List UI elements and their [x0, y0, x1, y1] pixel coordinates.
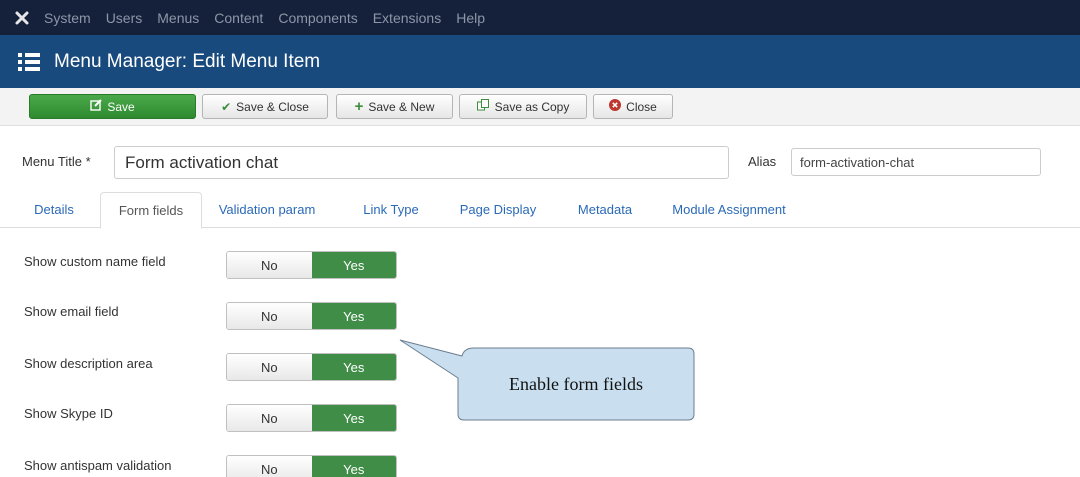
tab-validation-param[interactable]: Validation param: [214, 192, 320, 228]
close-button[interactable]: Close: [593, 94, 673, 119]
joomla-logo-icon[interactable]: [6, 0, 38, 35]
field-label: Show description area: [24, 356, 153, 371]
save-close-button[interactable]: ✔ Save & Close: [202, 94, 328, 119]
page-header: Menu Manager: Edit Menu Item: [0, 35, 1080, 88]
menu-help[interactable]: Help: [456, 10, 485, 26]
menu-content[interactable]: Content: [214, 10, 263, 26]
save-close-label: Save & Close: [236, 99, 309, 114]
page-title: Menu Manager: Edit Menu Item: [54, 50, 321, 72]
menu-menus[interactable]: Menus: [157, 10, 199, 26]
toggle-no-option[interactable]: No: [227, 303, 312, 329]
save-button[interactable]: Save: [29, 94, 196, 119]
menu-system[interactable]: System: [44, 10, 91, 26]
field-label: Show custom name field: [24, 254, 166, 269]
tab-details[interactable]: Details: [24, 192, 84, 228]
toggle-no-option[interactable]: No: [227, 252, 312, 278]
toggle-yes-option[interactable]: Yes: [311, 405, 396, 431]
save-copy-label: Save as Copy: [494, 99, 570, 114]
skype-id-toggle: No Yes: [226, 404, 397, 432]
toggle-yes-option[interactable]: Yes: [311, 456, 396, 477]
tab-form-fields[interactable]: Form fields: [100, 192, 202, 229]
check-icon: ✔: [221, 99, 232, 114]
toggle-yes-option[interactable]: Yes: [311, 303, 396, 329]
callout-text: Enable form fields: [509, 373, 643, 394]
list-icon: [18, 52, 40, 71]
toggle-no-option[interactable]: No: [227, 456, 312, 477]
menu-extensions[interactable]: Extensions: [373, 10, 441, 26]
description-area-toggle: No Yes: [226, 353, 397, 381]
antispam-toggle: No Yes: [226, 455, 397, 477]
alias-label: Alias: [748, 154, 777, 169]
tab-metadata[interactable]: Metadata: [566, 192, 644, 228]
field-label: Show email field: [24, 304, 119, 319]
tab-link-type[interactable]: Link Type: [354, 192, 428, 228]
custom-name-toggle: No Yes: [226, 251, 397, 279]
copy-icon: [476, 99, 490, 114]
alias-input[interactable]: form-activation-chat: [791, 148, 1041, 176]
menu-users[interactable]: Users: [106, 10, 143, 26]
toggle-yes-option[interactable]: Yes: [311, 252, 396, 278]
toggle-yes-option[interactable]: Yes: [311, 354, 396, 380]
top-nav-bar: System Users Menus Content Components Ex…: [0, 0, 1080, 35]
field-label: Show Skype ID: [24, 406, 113, 421]
edit-icon: [90, 99, 103, 114]
save-new-button[interactable]: + Save & New: [336, 94, 453, 119]
email-field-toggle: No Yes: [226, 302, 397, 330]
field-label: Show antispam validation: [24, 458, 172, 473]
menu-components[interactable]: Components: [278, 10, 357, 26]
toggle-no-option[interactable]: No: [227, 354, 312, 380]
save-copy-button[interactable]: Save as Copy: [459, 94, 587, 119]
close-icon: [609, 99, 622, 114]
plus-icon: +: [354, 98, 364, 115]
tab-bar: Details Form fields Validation param Lin…: [0, 192, 1080, 229]
menu-title-label: Menu Title *: [22, 154, 91, 169]
save-new-label: Save & New: [368, 99, 435, 114]
save-label: Save: [107, 99, 135, 114]
tab-page-display[interactable]: Page Display: [448, 192, 548, 228]
close-label: Close: [626, 99, 657, 114]
toggle-no-option[interactable]: No: [227, 405, 312, 431]
menu-title-input[interactable]: Form activation chat: [114, 146, 729, 179]
tab-module-assignment[interactable]: Module Assignment: [660, 192, 798, 228]
toolbar: Save ✔ Save & Close + Save & New Save as…: [0, 88, 1080, 126]
